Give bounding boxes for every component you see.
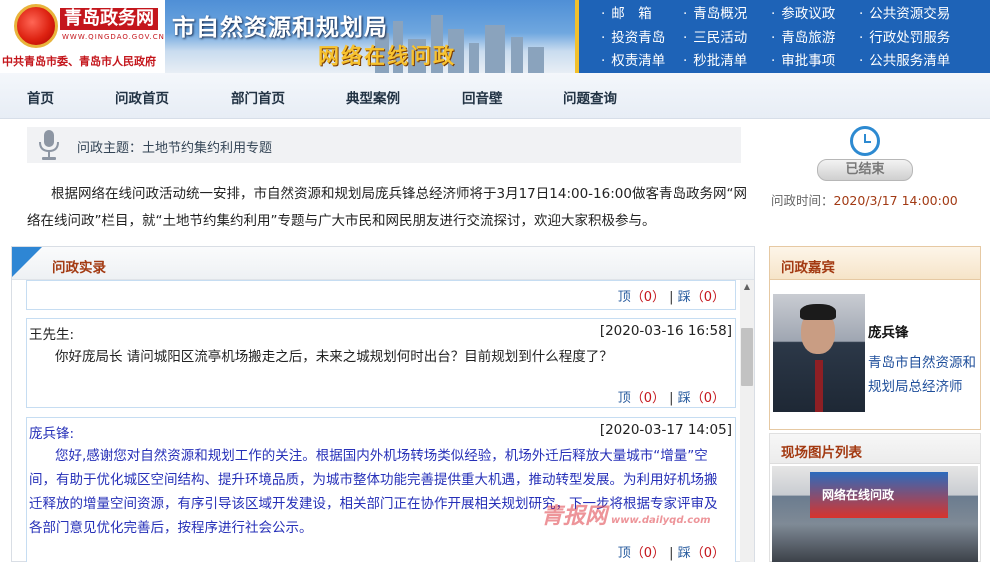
top-link-politics[interactable]: 参政议政 (771, 5, 859, 26)
record-panel: 问政实录 顶（0） | 踩（0） 王先生: [2020-03-16 16:58]… (11, 246, 755, 562)
clock-icon (850, 126, 880, 156)
down-vote-count: （0） (690, 391, 725, 406)
photo-list-panel: 现场图片列表 网络在线问政 (769, 433, 981, 562)
top-link-overview[interactable]: 青岛概况 (683, 5, 771, 26)
guest-name: 庞兵锋 (868, 325, 909, 341)
answer-speaker: 庞兵锋: (29, 426, 75, 442)
top-link-resource-trading[interactable]: 公共资源交易 (859, 5, 969, 26)
microphone-icon (39, 130, 59, 160)
nav-wenzheng-home[interactable]: 问政首页 (115, 87, 169, 107)
list-item: 顶（0） | 踩（0） (26, 280, 736, 310)
nav-echo-wall[interactable]: 回音壁 (462, 87, 503, 107)
down-vote-count: （0） (690, 546, 725, 561)
vote-bar: 顶（0） | 踩（0） (617, 290, 725, 305)
guest-heading: 问政嘉宾 (770, 247, 980, 280)
logo-name: 青岛政务网 (60, 8, 158, 30)
logo-url: WWW.QINGDAO.GOV.CN (62, 33, 165, 41)
site-logo[interactable]: 青岛政务网 WWW.QINGDAO.GOV.CN 中共青岛市委、青岛市人民政府 (0, 0, 165, 73)
question-item: 王先生: [2020-03-16 16:58] 你好庞局长 请问城阳区流亭机场搬… (26, 318, 736, 408)
down-vote-link[interactable]: 踩 (678, 546, 691, 561)
main-nav: 首页 问政首页 部门首页 典型案例 回音壁 问题查询 (0, 73, 990, 119)
scene-photo[interactable]: 网络在线问政 (772, 466, 978, 562)
top-link-public-service[interactable]: 公共服务清单 (859, 52, 969, 73)
scroll-thumb[interactable] (741, 328, 753, 386)
intro-text: 根据网络在线问政活动统一安排，市自然资源和规划局庞兵锋总经济师将于3月17日14… (27, 186, 747, 229)
top-link-penalty-service[interactable]: 行政处罚服务 (859, 29, 969, 50)
department-title: 市自然资源和规划局 (172, 15, 388, 41)
screen-caption: 网络在线问政 (822, 488, 895, 502)
record-scrollbar[interactable]: ▲ (740, 280, 754, 562)
question-timestamp: [2020-03-16 16:58] (599, 323, 732, 339)
up-vote-link[interactable]: 顶 (618, 290, 631, 305)
guest-panel: 问政嘉宾 庞兵锋 青岛市自然资源和规划局总经济师 (769, 246, 981, 430)
record-header: 问政实录 (12, 247, 754, 280)
top-link-mail[interactable]: 邮 箱 (601, 5, 683, 26)
ended-status-button[interactable]: 已结束 (817, 159, 913, 181)
nav-department-home[interactable]: 部门首页 (231, 87, 285, 107)
emblem-icon (14, 4, 58, 48)
question-speaker: 王先生: (29, 327, 75, 343)
corner-tag-icon (12, 247, 42, 277)
down-vote-count: （0） (690, 290, 725, 305)
nav-question-search[interactable]: 问题查询 (563, 87, 617, 107)
top-link-tourism[interactable]: 青岛旅游 (771, 29, 859, 50)
photo-list-heading: 现场图片列表 (770, 434, 980, 464)
header-banner: 青岛政务网 WWW.QINGDAO.GOV.CN 中共青岛市委、青岛市人民政府 … (0, 0, 990, 73)
topic-label: 问政主题：土地节约集约利用专题 (77, 141, 273, 156)
guest-title: 青岛市自然资源和规划局总经济师 (868, 355, 976, 395)
down-vote-link[interactable]: 踩 (678, 290, 691, 305)
scroll-up-arrow-icon[interactable]: ▲ (740, 280, 754, 294)
question-text: 你好庞局长 请问城阳区流亭机场搬走之后，未来之城规划何时出台？目前规划到什么程度… (55, 349, 613, 365)
up-vote-link[interactable]: 顶 (618, 546, 631, 561)
nav-typical-cases[interactable]: 典型案例 (346, 87, 400, 107)
top-link-sanmin[interactable]: 三民活动 (683, 29, 771, 50)
up-vote-count: （0） (630, 391, 666, 406)
vote-bar: 顶（0） | 踩（0） (617, 546, 725, 561)
down-vote-link[interactable]: 踩 (678, 391, 691, 406)
up-vote-count: （0） (630, 290, 666, 305)
wenzheng-time: 问政时间：2020/3/17 14:00:00 (771, 190, 958, 209)
top-link-power-list[interactable]: 权责清单 (601, 52, 683, 73)
top-link-approval-items[interactable]: 审批事项 (771, 52, 859, 73)
vote-bar: 顶（0） | 踩（0） (617, 391, 725, 406)
guest-photo (773, 294, 865, 412)
answer-item: 庞兵锋: [2020-03-17 14:05] 您好,感谢您对自然资源和规划工作… (26, 417, 736, 562)
top-link-instant-approval[interactable]: 秒批清单 (683, 52, 771, 73)
time-value: 2020/3/17 14:00:00 (833, 193, 958, 208)
top-links: 邮 箱 青岛概况 参政议政 公共资源交易 投资青岛 三民活动 青岛旅游 行政处罚… (575, 0, 990, 73)
topic-bar: 问政主题：土地节约集约利用专题 (27, 127, 741, 163)
record-title: 问政实录 (52, 260, 106, 276)
answer-timestamp: [2020-03-17 14:05] (599, 422, 732, 438)
up-vote-count: （0） (630, 546, 666, 561)
up-vote-link[interactable]: 顶 (618, 391, 631, 406)
top-link-invest[interactable]: 投资青岛 (601, 29, 683, 50)
channel-title: 网络在线问政 (318, 44, 456, 68)
newspaper-watermark: 青报网 www.dailyqd.com (541, 504, 711, 529)
logo-subtitle: 中共青岛市委、青岛市人民政府 (2, 55, 156, 68)
nav-home[interactable]: 首页 (27, 87, 54, 107)
time-label: 问政时间： (771, 193, 834, 208)
record-scroll-area[interactable]: 顶（0） | 踩（0） 王先生: [2020-03-16 16:58] 你好庞局… (26, 280, 740, 562)
